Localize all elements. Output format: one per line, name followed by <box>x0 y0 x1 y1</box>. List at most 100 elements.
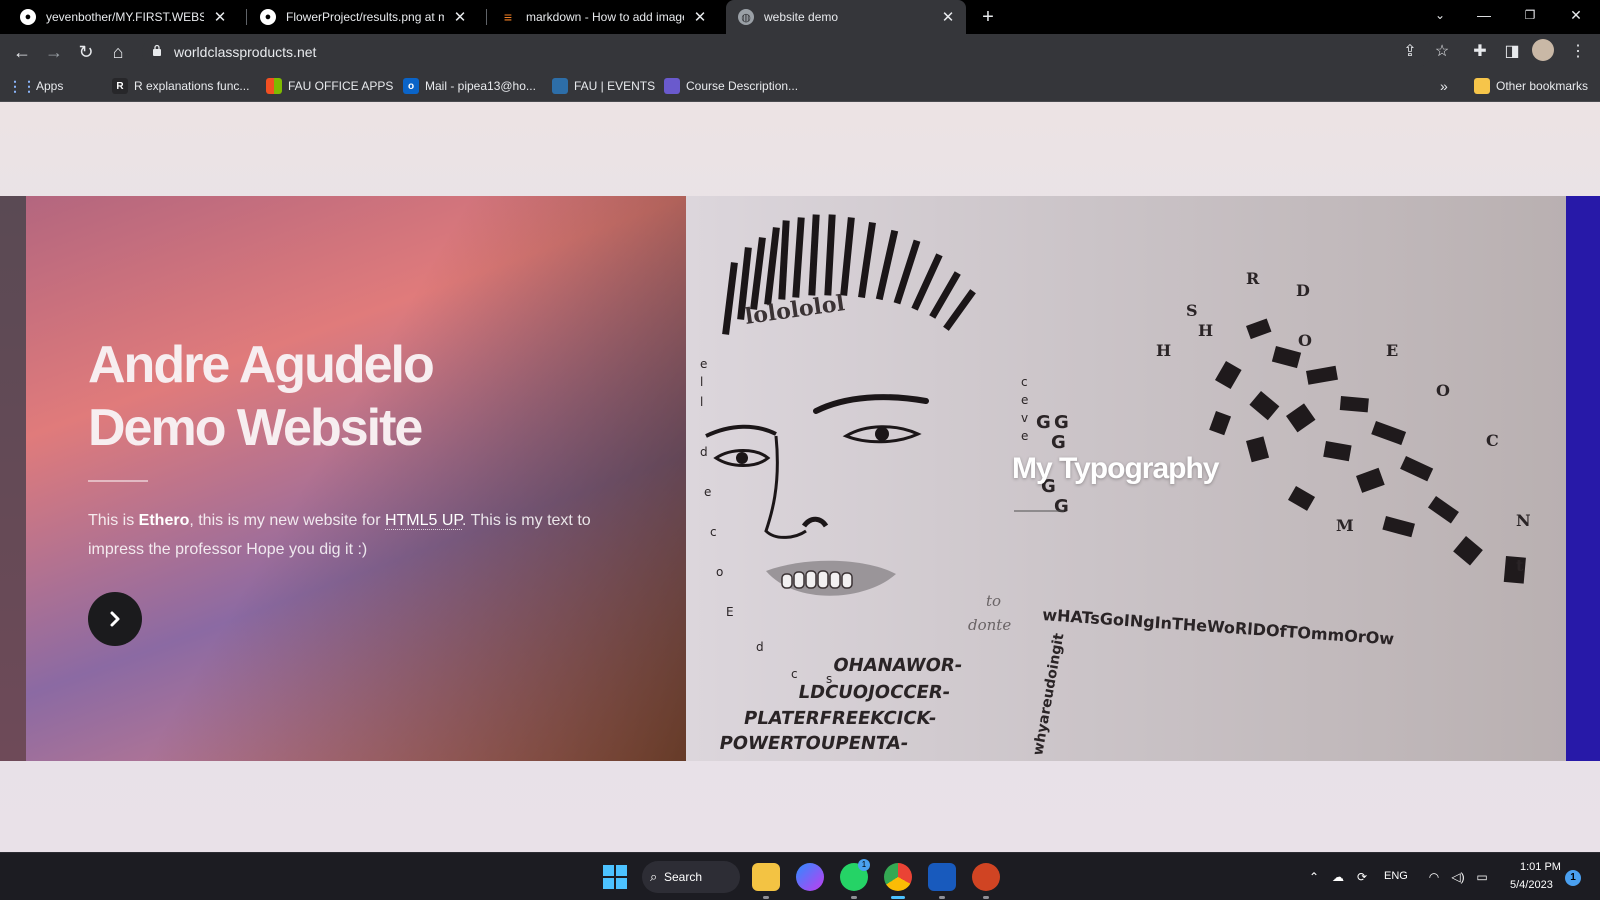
svg-text:e: e <box>704 485 711 499</box>
tab-search-chevron-icon[interactable]: ⌄ <box>1418 0 1462 30</box>
notification-badge[interactable]: 1 <box>1565 870 1581 886</box>
tab-title: yevenbother/MY.FIRST.WEBSITE: <box>46 10 204 24</box>
typography-divider <box>1014 510 1064 512</box>
close-icon[interactable]: ✕ <box>452 8 468 26</box>
hero-title-line1: Andre Agudelo <box>88 336 435 394</box>
svg-text:H: H <box>1156 341 1171 360</box>
profile-avatar[interactable] <box>1532 39 1554 61</box>
bookmark-star-icon[interactable]: ☆ <box>1430 40 1454 64</box>
taskbar-search-button[interactable]: ⌕ Search <box>642 861 740 893</box>
svg-text:H: H <box>1198 321 1213 340</box>
volume-icon[interactable]: ◁) <box>1450 869 1466 885</box>
svg-text:E: E <box>726 605 734 619</box>
clock-date[interactable]: 5/4/2023 <box>1510 879 1553 891</box>
bookmark-fau-office[interactable]: FAU OFFICE APPS <box>266 77 393 95</box>
close-icon[interactable]: ✕ <box>692 8 708 26</box>
svg-text:l: l <box>700 375 703 389</box>
svg-text:e: e <box>700 357 707 371</box>
outlook-icon: o <box>403 78 419 94</box>
url-text: worldclassproducts.net <box>174 44 317 60</box>
course-icon <box>664 78 680 94</box>
battery-icon[interactable]: ▭ <box>1474 869 1490 885</box>
art-line4: POWERTOUPENTA- <box>718 733 910 754</box>
running-indicator <box>763 896 769 899</box>
art-line1: OHANAWOR- <box>831 655 964 676</box>
web-page: Andre Agudelo Demo Website This is Ether… <box>0 102 1600 852</box>
word-icon[interactable] <box>928 863 956 891</box>
bookmark-fau-events[interactable]: FAU | EVENTS <box>552 77 655 95</box>
home-icon[interactable]: ⌂ <box>104 38 132 66</box>
typography-heading: My Typography <box>1012 452 1219 485</box>
extensions-puzzle-icon[interactable]: ✚ <box>1468 40 1492 64</box>
hero-description: This is Ethero, this is my new website f… <box>88 506 608 564</box>
bookmark-r-explanations[interactable]: R R explanations func... <box>112 77 249 95</box>
github-icon: ● <box>260 9 276 25</box>
typography-panel: lolololol OHANAWOR- LDCUOJOCCER- PLATERF… <box>686 196 1566 761</box>
svg-text:d: d <box>756 640 764 654</box>
art-line2: LDCUOJOCCER- <box>797 682 952 703</box>
bookmark-mail[interactable]: o Mail - pipea13@ho... <box>403 77 536 95</box>
tab-separator <box>486 9 487 25</box>
folder-icon <box>1474 78 1490 94</box>
bookmark-apps[interactable]: ⋮⋮ Apps <box>8 77 64 95</box>
minimize-button[interactable]: — <box>1462 0 1506 30</box>
new-tab-button[interactable]: + <box>976 5 1000 29</box>
svg-text:M: M <box>1336 516 1354 535</box>
tab-website-demo[interactable]: ◍ website demo ✕ <box>726 0 966 34</box>
more-menu-icon[interactable]: ⋮ <box>1566 40 1590 64</box>
chrome-icon[interactable] <box>884 863 912 891</box>
svg-text:e: e <box>1021 429 1028 443</box>
svg-text:c: c <box>710 525 717 539</box>
hero-text-prefix: This is <box>88 512 139 529</box>
next-arrow-button[interactable] <box>88 592 142 646</box>
microsoft-icon <box>266 78 282 94</box>
other-bookmarks-folder[interactable]: Other bookmarks <box>1474 77 1588 95</box>
close-icon[interactable]: ✕ <box>940 8 956 26</box>
art-side-text: whyareudoingit <box>1030 632 1067 757</box>
svg-text:G: G <box>1051 432 1066 453</box>
address-bar[interactable]: worldclassproducts.net <box>142 37 1432 67</box>
search-icon: ⌕ <box>650 869 658 884</box>
tab-title: markdown - How to add images <box>526 10 684 24</box>
whatsapp-badge: 1 <box>858 859 870 871</box>
language-indicator[interactable]: ENG <box>1384 870 1408 882</box>
svg-text:o: o <box>716 565 723 579</box>
share-icon[interactable]: ⇪ <box>1398 40 1422 64</box>
restore-button[interactable]: ❐ <box>1508 0 1552 30</box>
svg-text:C: C <box>1486 431 1499 450</box>
wifi-icon[interactable]: ◠ <box>1426 869 1442 885</box>
fau-owl-icon <box>552 78 568 94</box>
svg-text:G: G <box>1036 412 1051 433</box>
tab-markdown[interactable]: ≡ markdown - How to add images ✕ <box>488 0 718 34</box>
file-explorer-icon[interactable] <box>752 863 780 891</box>
art-sentence: wHATsGoINgInTHeWoRlDOfTOmmOrOw <box>1042 605 1395 649</box>
chevron-up-icon[interactable]: ⌃ <box>1306 869 1322 885</box>
bookmark-course-description[interactable]: Course Description... <box>664 77 798 95</box>
svg-text:c: c <box>791 667 798 681</box>
forward-arrow-icon[interactable]: → <box>40 38 68 66</box>
close-icon[interactable]: ✕ <box>212 8 228 26</box>
sync-icon[interactable]: ⟳ <box>1354 869 1370 885</box>
windows-start-icon[interactable] <box>603 865 627 889</box>
hero-text-bold: Ethero <box>138 512 190 529</box>
close-window-button[interactable]: ✕ <box>1554 0 1598 30</box>
svg-text:D: D <box>1296 281 1310 300</box>
bookmark-label: Apps <box>36 79 64 93</box>
side-panel-icon[interactable]: ◨ <box>1500 40 1524 64</box>
messenger-icon[interactable] <box>796 863 824 891</box>
svg-text:N: N <box>1516 511 1531 530</box>
bookmarks-overflow-button[interactable]: » <box>1440 77 1448 95</box>
bookmark-label: R explanations func... <box>134 79 250 93</box>
powerpoint-icon[interactable] <box>972 863 1000 891</box>
tab-flower-project[interactable]: ● FlowerProject/results.png at mai ✕ <box>248 0 478 34</box>
svg-text:G: G <box>1054 412 1069 433</box>
stackoverflow-icon: ≡ <box>503 9 513 25</box>
tab-title: FlowerProject/results.png at mai <box>286 10 444 24</box>
back-arrow-icon[interactable]: ← <box>8 38 36 66</box>
tab-github-website[interactable]: ● yevenbother/MY.FIRST.WEBSITE: ✕ <box>8 0 238 34</box>
html5up-link[interactable]: HTML5 UP <box>384 512 463 530</box>
cloud-sync-icon[interactable]: ☁ <box>1330 869 1346 885</box>
reload-icon[interactable]: ↻ <box>72 38 100 66</box>
clock-time[interactable]: 1:01 PM <box>1520 861 1561 873</box>
lock-icon[interactable] <box>152 44 162 56</box>
